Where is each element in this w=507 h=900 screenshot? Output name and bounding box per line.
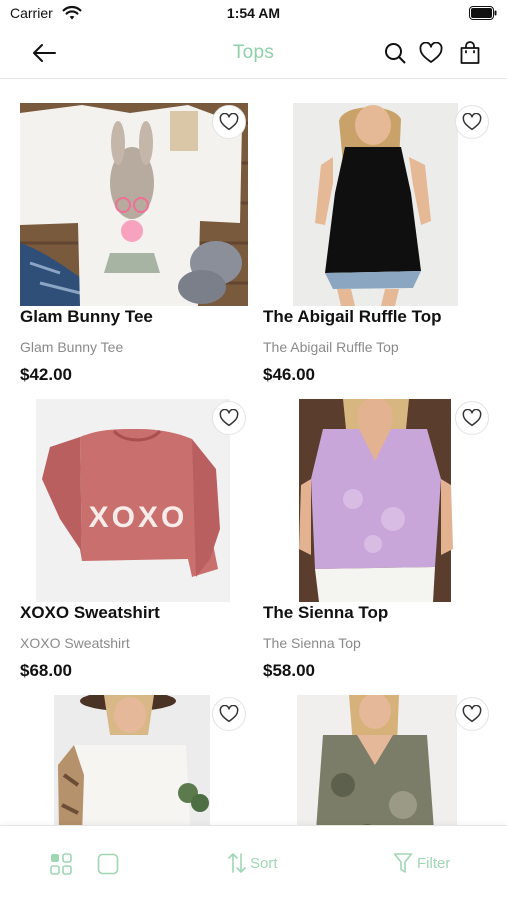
product-image[interactable]: XOXO (20, 399, 248, 602)
sweatshirt-print: XOXO (89, 501, 188, 534)
product-photo (263, 399, 491, 602)
product-photo: XOXO (20, 399, 248, 602)
product-subtitle: The Abigail Ruffle Top (263, 339, 399, 355)
filter-button[interactable]: Filter (393, 850, 450, 876)
product-photo (263, 103, 491, 306)
filter-icon (393, 853, 413, 873)
cart-button[interactable] (455, 38, 485, 68)
product-name[interactable]: The Sienna Top (263, 603, 388, 623)
product-image[interactable] (20, 103, 248, 306)
favorite-button[interactable] (212, 697, 246, 731)
search-button[interactable] (380, 38, 410, 68)
status-time: 1:54 AM (226, 5, 281, 21)
heart-icon (219, 409, 239, 427)
product-name[interactable]: XOXO Sweatshirt (20, 603, 160, 623)
favorite-button[interactable] (455, 697, 489, 731)
battery-icon (469, 6, 497, 20)
heart-icon (419, 42, 443, 63)
heart-icon (462, 113, 482, 131)
product-card[interactable] (20, 695, 248, 825)
filter-label: Filter (417, 854, 451, 872)
product-price: $58.00 (263, 661, 315, 680)
product-card[interactable]: The Sienna Top The Sienna Top $58.00 (263, 399, 491, 689)
product-price: $46.00 (263, 365, 315, 384)
product-card[interactable]: XOXO XOXO Sweatshirt XOXO Sweatshirt $68… (20, 399, 248, 689)
sort-icon (228, 853, 246, 873)
heart-icon (219, 705, 239, 723)
product-name[interactable]: The Abigail Ruffle Top (263, 307, 441, 327)
product-image[interactable] (263, 399, 491, 602)
product-card[interactable]: The Abigail Ruffle Top The Abigail Ruffl… (263, 103, 491, 393)
product-subtitle: Glam Bunny Tee (20, 339, 124, 355)
favorite-button[interactable] (455, 401, 489, 435)
shopping-bag-icon (460, 41, 480, 64)
favorite-button[interactable] (212, 105, 246, 139)
navigation-header: Tops (0, 28, 507, 79)
bottom-toolbar: Sort Filter (0, 825, 507, 900)
product-subtitle: XOXO Sweatshirt (20, 635, 130, 651)
single-view-button[interactable] (96, 852, 120, 876)
single-view-icon (97, 853, 119, 875)
heart-icon (219, 113, 239, 131)
product-card[interactable]: Glam Bunny Tee Glam Bunny Tee $42.00 (20, 103, 248, 393)
product-price: $42.00 (20, 365, 72, 384)
grid-view-button[interactable] (49, 852, 73, 876)
product-photo (20, 103, 248, 306)
search-icon (385, 43, 406, 64)
favorite-button[interactable] (212, 401, 246, 435)
grid-view-icon (50, 853, 72, 875)
product-grid: Glam Bunny Tee Glam Bunny Tee $42.00 The (0, 80, 507, 825)
sort-button[interactable]: Sort (228, 850, 278, 876)
sort-label: Sort (250, 854, 278, 872)
favorite-button[interactable] (455, 105, 489, 139)
product-image[interactable] (263, 103, 491, 306)
status-bar: Carrier 1:54 AM (0, 0, 507, 28)
wishlist-button[interactable] (416, 38, 446, 68)
product-card[interactable] (263, 695, 491, 825)
heart-icon (462, 705, 482, 723)
product-price: $68.00 (20, 661, 72, 680)
product-subtitle: The Sienna Top (263, 635, 361, 651)
heart-icon (462, 409, 482, 427)
product-name[interactable]: Glam Bunny Tee (20, 307, 153, 327)
